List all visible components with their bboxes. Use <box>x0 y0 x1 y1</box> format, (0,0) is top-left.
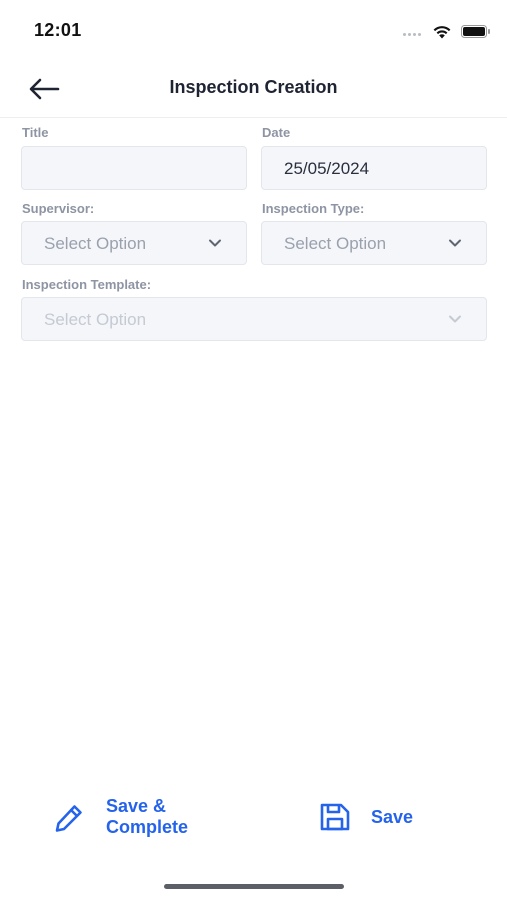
page-title: Inspection Creation <box>169 77 338 97</box>
save-label: Save <box>371 806 414 827</box>
floppy-disk-icon <box>320 803 350 831</box>
title-input[interactable] <box>21 146 247 190</box>
chevron-down-icon <box>209 239 221 247</box>
save-and-complete-button[interactable]: Save & Complete <box>52 796 188 838</box>
status-bar: 12:01 <box>0 0 507 60</box>
inspection-template-placeholder: Select Option <box>44 310 147 329</box>
battery-icon <box>461 25 490 38</box>
pencil-icon <box>55 805 82 832</box>
save-button[interactable]: Save <box>317 800 413 834</box>
inspection-template-select[interactable]: Select Option <box>21 297 487 341</box>
date-input[interactable]: 25/05/2024 <box>261 146 487 190</box>
inspection-type-placeholder: Select Option <box>284 234 387 253</box>
save-and-complete-label-line2: Complete <box>106 817 189 837</box>
title-label: Title <box>22 125 49 140</box>
chevron-down-icon <box>449 315 461 323</box>
date-label: Date <box>262 125 291 140</box>
inspection-type-select[interactable]: Select Option <box>261 221 487 265</box>
inspection-type-label: Inspection Type: <box>262 201 365 216</box>
chevron-down-icon <box>449 239 461 247</box>
wifi-icon <box>433 26 451 39</box>
status-time: 12:01 <box>34 20 82 40</box>
home-indicator[interactable] <box>164 884 344 889</box>
supervisor-select[interactable]: Select Option <box>21 221 247 265</box>
date-value: 25/05/2024 <box>284 159 370 178</box>
inspection-template-label: Inspection Template: <box>22 277 152 292</box>
supervisor-label: Supervisor: <box>22 201 95 216</box>
header: Inspection Creation <box>0 60 507 118</box>
save-and-complete-label-line1: Save & <box>106 796 167 816</box>
signal-dots-icon <box>403 33 427 37</box>
supervisor-placeholder: Select Option <box>44 234 147 253</box>
